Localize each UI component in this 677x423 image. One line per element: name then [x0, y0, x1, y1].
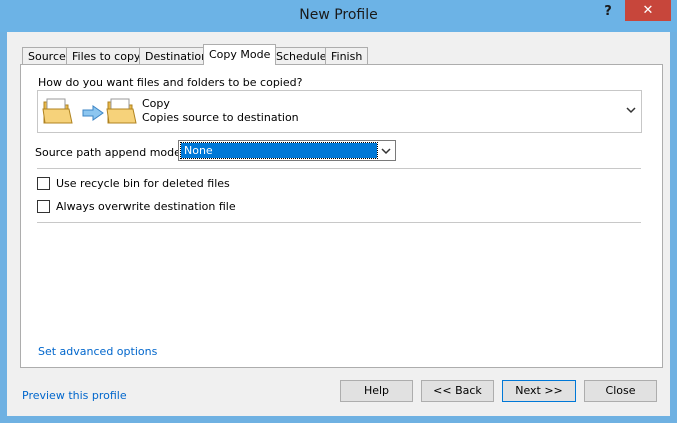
right-arrow-icon [82, 105, 104, 121]
append-mode-label: Source path append mode: [35, 146, 185, 159]
profile-window: New Profile ? ✕ Source Files to copy Des… [0, 0, 677, 423]
copy-mode-panel: How do you want files and folders to be … [20, 64, 663, 368]
tab-schedule[interactable]: Schedule [270, 47, 333, 64]
copy-mode-name: Copy [142, 97, 170, 110]
tab-copy-mode[interactable]: Copy Mode [203, 44, 277, 65]
window-close-button[interactable]: ✕ [625, 0, 671, 21]
next-button[interactable]: Next >> [502, 380, 576, 402]
copy-mode-question: How do you want files and folders to be … [38, 76, 303, 89]
recycle-bin-checkbox[interactable] [37, 177, 50, 190]
chevron-down-icon[interactable] [381, 144, 393, 161]
tab-source[interactable]: Source [22, 47, 72, 64]
chevron-down-icon[interactable] [626, 103, 636, 117]
copy-mode-dropdown[interactable]: Copy Copies source to destination [37, 90, 642, 133]
overwrite-label[interactable]: Always overwrite destination file [56, 200, 236, 213]
preview-profile-link[interactable]: Preview this profile [22, 389, 127, 402]
append-mode-value: None [180, 142, 378, 159]
folder-icon [42, 98, 73, 124]
folder-icon [106, 98, 137, 124]
dialog-client: Source Files to copy Destination Copy Mo… [7, 32, 670, 416]
advanced-options-link[interactable]: Set advanced options [38, 345, 157, 358]
overwrite-checkbox[interactable] [37, 200, 50, 213]
separator [37, 168, 641, 169]
copy-mode-description: Copies source to destination [142, 111, 299, 124]
title-bar[interactable]: New Profile ? ✕ [0, 0, 677, 32]
help-button[interactable]: Help [340, 380, 413, 402]
back-button[interactable]: << Back [421, 380, 494, 402]
append-mode-select[interactable]: None [178, 140, 396, 161]
recycle-bin-label[interactable]: Use recycle bin for deleted files [56, 177, 230, 190]
tab-files-to-copy[interactable]: Files to copy [66, 47, 147, 64]
window-title: New Profile [299, 7, 378, 23]
separator [37, 222, 641, 223]
help-icon[interactable]: ? [601, 5, 615, 19]
tab-finish[interactable]: Finish [325, 47, 369, 64]
close-button[interactable]: Close [584, 380, 657, 402]
